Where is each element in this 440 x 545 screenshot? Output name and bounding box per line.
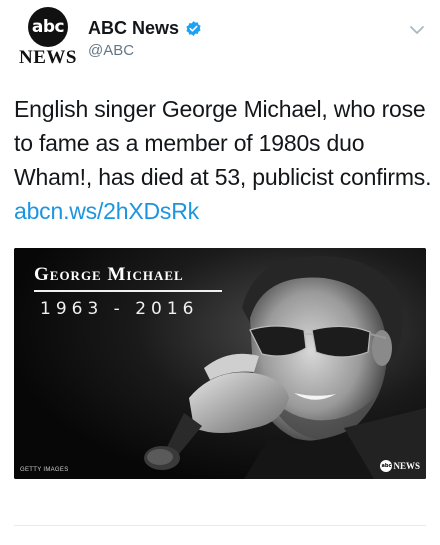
abc-logo-news: NEWS [19,47,77,68]
divider [14,525,426,526]
chevron-down-icon[interactable] [409,24,425,36]
avatar[interactable]: abc NEWS [14,7,82,68]
tweet: abc NEWS ABC News @ABC English singer Ge… [0,0,440,545]
tweet-body: English singer George Michael, who rose … [14,96,432,190]
card-years: 1963 - 2016 [40,299,199,319]
name-row: ABC News [88,18,202,39]
handle[interactable]: @ABC [88,42,134,59]
tweet-link[interactable]: abcn.ws/2hXDsRk [14,198,199,224]
photo-credit: GETTY IMAGES [20,467,69,473]
watermark-text: NEWS [393,461,420,471]
card-rule [34,290,222,292]
abc-logo: abc [28,7,68,47]
verified-badge-icon [186,21,201,36]
tweet-media[interactable]: George Michael 1963 - 2016 GETTY IMAGES … [14,248,426,479]
tweet-text: English singer George Michael, who rose … [14,92,432,228]
card-name: George Michael [34,264,184,285]
abc-news-watermark: abc NEWS [380,460,420,472]
memorial-card: George Michael 1963 - 2016 [34,264,222,319]
display-name[interactable]: ABC News [88,18,179,39]
watermark-logo: abc [380,460,393,472]
